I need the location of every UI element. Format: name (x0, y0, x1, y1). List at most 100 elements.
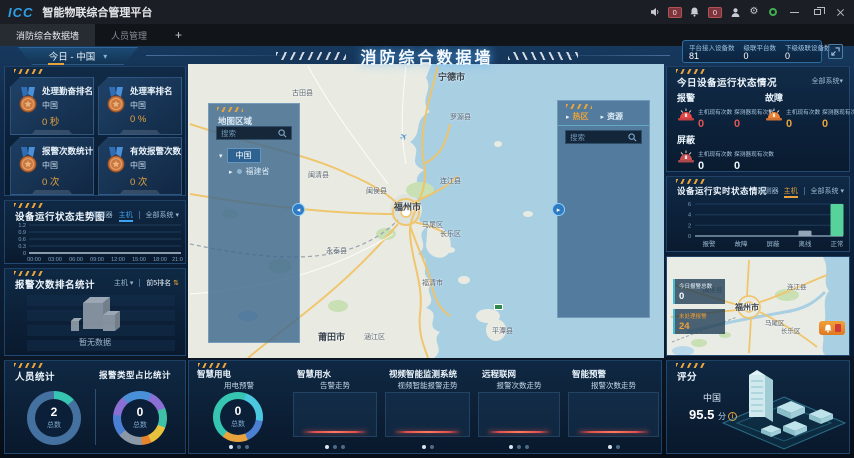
status-ring-icon[interactable] (767, 6, 779, 18)
map-label: 福州市 (394, 200, 421, 213)
volume-icon[interactable] (649, 6, 661, 18)
region-search-input[interactable] (217, 129, 278, 138)
tree-row-china: ▾ 中国 (219, 148, 261, 163)
expand-icon[interactable] (828, 44, 843, 59)
main-map[interactable]: 宁德市 古田县 罗源县 闽清县 闽侯县 连江县 福州市 马尾区 长乐区 永泰县 … (188, 64, 664, 358)
card-title: 有效报警次数 (130, 145, 181, 157)
map-label: 闽清县 (308, 170, 329, 180)
map-region-panel: 地图区域 ▾ 中国 ▸ 福建省 (208, 103, 300, 343)
card-alarm-count: 报警次数统计 中国 0 次 (10, 137, 94, 195)
system-filter[interactable]: 全部系统▾ (811, 76, 843, 86)
svg-text:21:00: 21:00 (172, 257, 183, 263)
empty-state-text: 暂无数据 (5, 337, 185, 348)
icc-logo: ICC (8, 5, 33, 20)
today-alarm-total: 今日报警总数 0 (673, 279, 725, 304)
map-label: 莆田市 (318, 330, 345, 343)
stat-sub-devices: 下级级联设备数0 (785, 42, 831, 61)
svg-text:0.3: 0.3 (18, 244, 26, 250)
carousel-dots[interactable] (474, 445, 564, 449)
panel-realtime-status: 设备运行实时状态情况 探测器 主机 全部系统 ▾ 6 4 2 0 报警 故障 屏… (666, 176, 850, 252)
user-icon[interactable] (729, 6, 741, 18)
chevron-down-icon: ▾ (839, 78, 843, 85)
card-rate-rank: 处理率排名 中国 0 % (98, 77, 182, 135)
svg-text:故障: 故障 (735, 239, 749, 248)
map-label: 闽侯县 (366, 186, 387, 196)
resource-search (565, 130, 642, 144)
svg-text:00:00: 00:00 (27, 257, 41, 263)
panel-city-map[interactable]: 闽侯县 福州市 连江县 马尾区 长乐区 今日报警总数 0 未处理报警 24 (666, 256, 850, 356)
carousel-dots[interactable] (564, 445, 663, 449)
card-value: 0 次 (42, 174, 59, 188)
medal-icon (106, 87, 126, 113)
status-group-fault: 故障 主机现有次数0 探测器现有次数0 (765, 91, 851, 130)
realtime-bar-chart: 6 4 2 0 报警 故障 屏蔽 离线 正常 (671, 199, 847, 251)
map-label: 罗源县 (450, 112, 471, 122)
minimap-label: 福州市 (735, 302, 759, 313)
collapse-right-panel-button[interactable]: ▸ (552, 203, 565, 216)
chevron-down-icon: ▾ (130, 280, 134, 287)
tab-hot-zone[interactable]: ▸热区 (566, 111, 589, 122)
gear-icon[interactable]: ⚙ (748, 6, 760, 18)
collapse-left-panel-button[interactable]: ◂ (292, 203, 305, 216)
tab-host[interactable]: 主机 (784, 188, 798, 198)
svg-text:12:00: 12:00 (111, 257, 125, 263)
resource-search-input[interactable] (566, 133, 628, 142)
carousel-dots[interactable] (189, 445, 289, 449)
svg-text:1.2: 1.2 (18, 223, 26, 229)
svg-text:03:00: 03:00 (48, 257, 62, 263)
restore-button[interactable] (809, 4, 825, 20)
tab-detector[interactable]: 探测器 (92, 212, 113, 219)
minimap-label: 长乐区 (781, 325, 801, 335)
page-title: 消防综合数据墙 (360, 44, 493, 68)
module-subtitle: 用电预警 (189, 380, 289, 391)
tree-node-china[interactable]: 中国 (227, 148, 261, 163)
window-titlebar: ICC 智能物联综合管理平台 0 0 ⚙ (0, 0, 854, 24)
close-button[interactable] (832, 4, 848, 20)
system-filter[interactable]: 全部系统 (811, 188, 839, 195)
card-title: 报警次数统计 (42, 145, 93, 157)
tree-expanded-icon[interactable]: ▾ (219, 152, 223, 160)
panel-status-trend: 设备运行状态走势图 探测器 主机 全部系统 ▾ 1.2 0.9 0.6 0.3 … (4, 200, 186, 264)
stat-platform-devices: 平台接入设备数81 (689, 42, 735, 61)
minimize-button[interactable] (786, 4, 802, 20)
tab-resources[interactable]: ▸资源 (601, 111, 624, 122)
panel-ranking-cards: 处理勤奋排名 中国 0 秒 处理率排名 中国 0 % 报警次数统计 中国 0 次… (4, 66, 186, 196)
bell-icon[interactable] (689, 6, 701, 18)
panel-today-status: 今日设备运行状态情况 全部系统▾ 报警 主机现有次数0 探测器现有次数0 故障 … (666, 66, 850, 172)
alarm-action-button[interactable] (819, 321, 845, 335)
trend-chart: 1.2 0.9 0.6 0.3 0 00:00 03:00 06:00 09:0… (9, 221, 183, 263)
map-label: 福清市 (422, 278, 443, 288)
tree-node-fujian[interactable]: 福建省 (246, 166, 270, 177)
staff-donut: 2总数 (27, 391, 81, 445)
medal-icon (106, 147, 126, 173)
tree-collapsed-icon[interactable]: ▸ (229, 168, 233, 176)
map-label: 宁德市 (438, 70, 465, 83)
tab-detector[interactable]: 探测器 (758, 188, 779, 195)
highway-badge-icon (494, 304, 503, 310)
sort-arrows-icon[interactable]: ⇅ (173, 280, 179, 287)
tab-fire-datawall[interactable]: 消防综合数据墙 (0, 24, 95, 46)
empty-box-illustration (63, 291, 129, 339)
chevron-down-icon: ▾ (840, 188, 844, 195)
svg-text:15:00: 15:00 (132, 257, 146, 263)
svg-text:0.9: 0.9 (18, 230, 26, 236)
bell-icon (824, 324, 832, 333)
svg-text:2: 2 (688, 223, 691, 229)
svg-text:0: 0 (23, 251, 26, 257)
power-donut: 0总数 (213, 392, 263, 442)
status-group-alarm: 报警 主机现有次数0 探测器现有次数0 (677, 91, 763, 130)
module-video-monitor: 视频智能监测系统 视频智能报警走势 (381, 361, 474, 453)
tab-personnel[interactable]: 人员管理 (95, 24, 163, 46)
tree-row-fujian: ▸ 福建省 (229, 166, 270, 177)
panel-score: 评分 中国 95.5 分i (666, 360, 850, 454)
card-valid-alarms: 有效报警次数 中国 0 次 (98, 137, 182, 195)
new-tab-button[interactable]: + (163, 24, 194, 46)
carousel-dots[interactable] (289, 445, 381, 449)
host-filter[interactable]: 主机 (114, 280, 128, 287)
module-title: 智能预警 (572, 368, 606, 380)
system-filter[interactable]: 全部系统 (146, 212, 174, 219)
card-title: 处理勤奋排名 (42, 85, 93, 97)
trend-line (488, 431, 550, 433)
carousel-dots[interactable] (381, 445, 474, 449)
top5-sort[interactable]: 前5排名 (146, 280, 171, 287)
